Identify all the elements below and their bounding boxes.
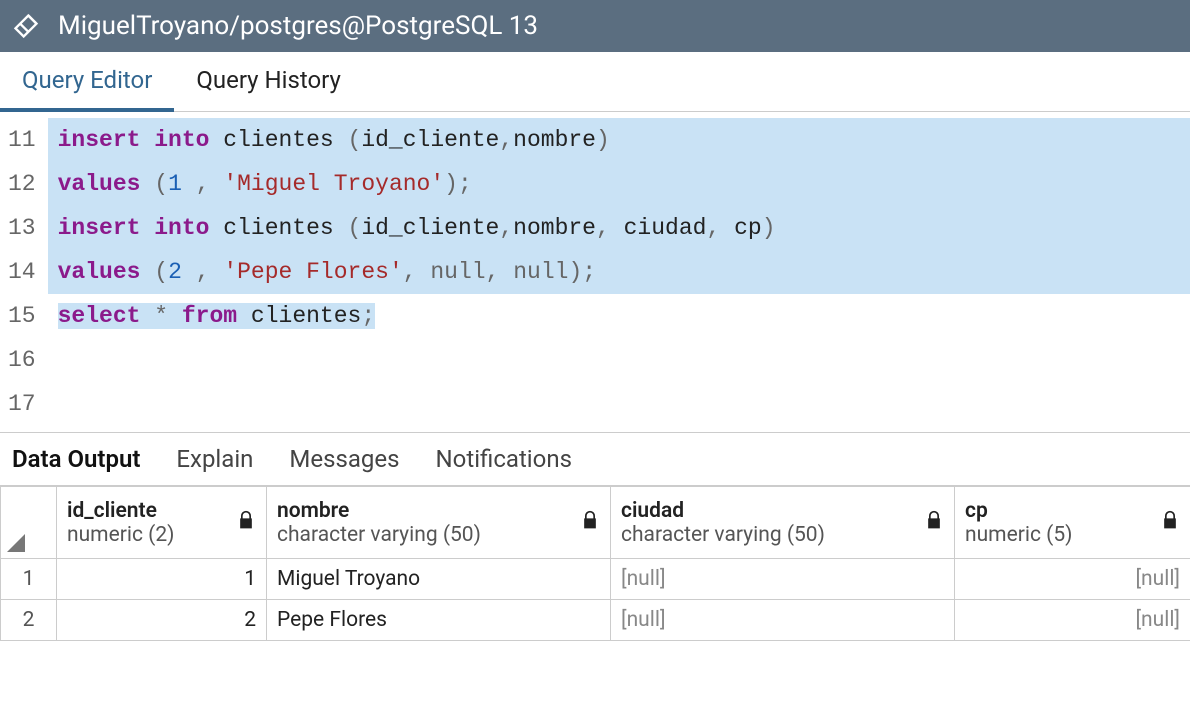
data-cell[interactable]: Miguel Troyano xyxy=(267,559,611,600)
line-number: 16 xyxy=(8,338,36,382)
column-header[interactable]: nombrecharacter varying (50) xyxy=(267,487,611,559)
row-number-header[interactable] xyxy=(1,487,57,559)
tab-notifications[interactable]: Notifications xyxy=(424,433,596,485)
editor-tabs: Query Editor Query History xyxy=(0,52,1190,112)
column-name: nombre xyxy=(277,499,600,523)
code-line[interactable]: insert into clientes (id_cliente,nombre,… xyxy=(48,206,1190,250)
data-cell[interactable]: Pepe Flores xyxy=(267,600,611,641)
code-line[interactable]: insert into clientes (id_cliente,nombre) xyxy=(48,118,1190,162)
query-tool-icon xyxy=(12,12,40,40)
column-type: numeric (2) xyxy=(67,523,256,547)
line-gutter: 11121314151617 xyxy=(0,112,48,432)
lock-icon xyxy=(580,510,600,536)
sql-editor[interactable]: 11121314151617 insert into clientes (id_… xyxy=(0,112,1190,432)
line-number: 15 xyxy=(8,294,36,338)
column-header[interactable]: cpnumeric (5) xyxy=(955,487,1190,559)
tab-query-editor[interactable]: Query Editor xyxy=(0,52,174,112)
column-type: character varying (50) xyxy=(277,523,600,547)
table-row[interactable]: 11Miguel Troyano[null][null] xyxy=(1,559,1190,600)
column-header[interactable]: ciudadcharacter varying (50) xyxy=(611,487,955,559)
column-name: cp xyxy=(965,499,1180,523)
code-line[interactable]: select * from clientes; xyxy=(48,294,1190,338)
row-number-cell[interactable]: 2 xyxy=(1,600,57,641)
column-header[interactable]: id_clientenumeric (2) xyxy=(57,487,267,559)
tab-data-output[interactable]: Data Output xyxy=(0,433,164,485)
lock-icon xyxy=(1160,510,1180,536)
data-cell[interactable]: 1 xyxy=(57,559,267,600)
data-cell[interactable]: 2 xyxy=(57,600,267,641)
data-cell[interactable]: [null] xyxy=(611,600,955,641)
line-number: 17 xyxy=(8,382,36,426)
line-number: 11 xyxy=(8,118,36,162)
tab-query-history[interactable]: Query History xyxy=(174,52,362,111)
results-grid[interactable]: id_clientenumeric (2)nombrecharacter var… xyxy=(0,486,1190,641)
code-area[interactable]: insert into clientes (id_cliente,nombre)… xyxy=(48,112,1190,432)
tab-explain[interactable]: Explain xyxy=(164,433,277,485)
lock-icon xyxy=(924,510,944,536)
data-cell[interactable]: [null] xyxy=(611,559,955,600)
code-line[interactable]: values (1 , 'Miguel Troyano'); xyxy=(48,162,1190,206)
line-number: 13 xyxy=(8,206,36,250)
output-tabs: Data Output Explain Messages Notificatio… xyxy=(0,432,1190,486)
line-number: 14 xyxy=(8,250,36,294)
table-row[interactable]: 22Pepe Flores[null][null] xyxy=(1,600,1190,641)
column-name: ciudad xyxy=(621,499,944,523)
column-name: id_cliente xyxy=(67,499,256,523)
row-number-cell[interactable]: 1 xyxy=(1,559,57,600)
column-type: numeric (5) xyxy=(965,523,1180,547)
triangle-icon xyxy=(7,534,25,552)
titlebar: MiguelTroyano/postgres@PostgreSQL 13 xyxy=(0,0,1190,52)
code-line[interactable]: values (2 , 'Pepe Flores', null, null); xyxy=(48,250,1190,294)
data-cell[interactable]: [null] xyxy=(955,559,1190,600)
column-type: character varying (50) xyxy=(621,523,944,547)
data-cell[interactable]: [null] xyxy=(955,600,1190,641)
tab-messages[interactable]: Messages xyxy=(277,433,423,485)
lock-icon xyxy=(236,510,256,536)
line-number: 12 xyxy=(8,162,36,206)
titlebar-title: MiguelTroyano/postgres@PostgreSQL 13 xyxy=(58,11,538,41)
